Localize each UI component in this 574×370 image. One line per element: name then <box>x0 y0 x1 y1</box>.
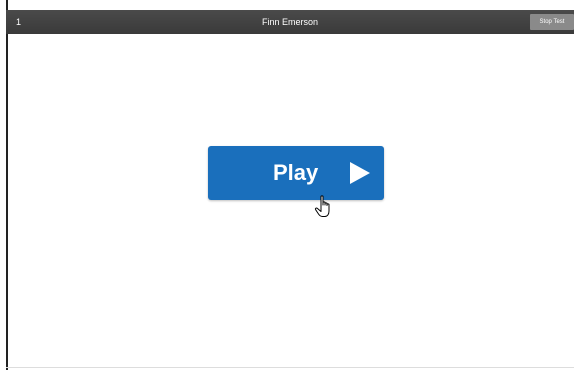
top-bar: 1 Finn Emerson Stop Test <box>6 10 574 34</box>
student-name: Finn Emerson <box>261 17 319 27</box>
play-icon <box>350 162 370 184</box>
window-bottom-border <box>6 367 574 368</box>
stop-test-button[interactable]: Stop Test <box>530 14 574 30</box>
play-button[interactable]: Play <box>208 146 384 200</box>
window-left-border <box>6 0 8 370</box>
hand-pointer-cursor-icon <box>314 195 330 217</box>
app-window: 1 Finn Emerson Stop Test Play <box>0 0 574 370</box>
play-button-label: Play <box>273 160 319 185</box>
